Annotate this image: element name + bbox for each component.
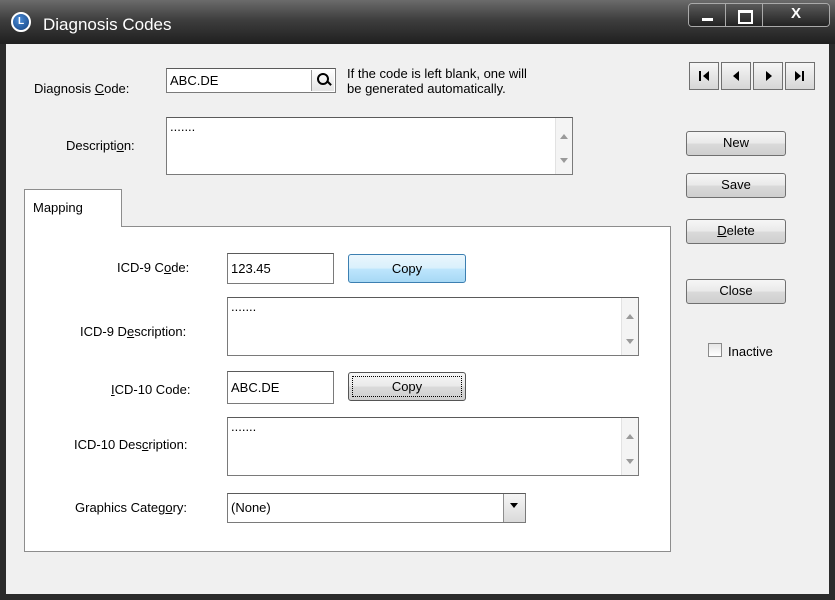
search-icon[interactable] [311,70,334,91]
record-navigation [689,62,815,90]
window-title: Diagnosis Codes [43,15,172,34]
diagnosis-codes-window: L Diagnosis Codes X Diagnosis Code: ABC.… [0,0,835,600]
inactive-label: Inactive [728,344,773,359]
scroll-up-icon[interactable] [626,314,634,319]
icd10-code-input[interactable]: ABC.DE [227,371,334,404]
maximize-icon[interactable] [726,4,763,26]
first-record-icon[interactable] [689,62,719,90]
graphics-category-label: Graphics Category: [75,500,188,515]
icd9-copy-button[interactable]: Copy [348,254,466,283]
inactive-checkbox[interactable] [708,343,722,357]
close-glyph: X [790,5,801,22]
scroll-up-icon[interactable] [626,434,634,439]
icd9-description-value: ....... [231,299,257,314]
last-record-icon[interactable] [785,62,815,90]
description-scrollbar[interactable] [555,118,572,174]
auto-generate-hint: If the code is left blank, one will be g… [347,66,527,96]
title-bar[interactable]: L Diagnosis Codes X [0,0,835,44]
icd10-description-scrollbar[interactable] [621,418,638,475]
minimize-icon[interactable] [689,4,727,26]
icd10-code-value: ABC.DE [231,380,280,395]
icd9-code-label: ICD-9 Code: [117,260,190,275]
delete-button[interactable]: Delete [686,219,786,244]
graphics-category-select[interactable]: (None) [227,493,526,523]
icd9-description-label: ICD-9 Description: [80,324,187,339]
scroll-down-icon[interactable] [560,158,568,163]
close-button[interactable]: Close [686,279,786,304]
previous-record-icon[interactable] [721,62,751,90]
icd9-description-textarea[interactable]: ....... [227,297,639,356]
close-window-icon[interactable]: X [762,4,829,26]
diagnosis-code-input[interactable]: ABC.DE [166,68,336,93]
description-label: Description: [66,138,135,153]
diagnosis-code-label: Diagnosis Code: [34,81,130,96]
icd10-description-textarea[interactable]: ....... [227,417,639,476]
icd9-code-input[interactable]: 123.45 [227,253,334,284]
icd9-description-scrollbar[interactable] [621,298,638,355]
icd9-code-value: 123.45 [231,261,271,276]
save-button[interactable]: Save [686,173,786,198]
description-value: ....... [170,119,196,134]
description-textarea[interactable]: ....... [166,117,573,175]
icd10-code-label: ICD-10 Code: [111,382,191,397]
new-button[interactable]: New [686,131,786,156]
scroll-down-icon[interactable] [626,339,634,344]
tab-mapping[interactable]: Mapping [24,189,122,227]
diagnosis-code-value: ABC.DE [170,73,219,88]
icd10-description-label: ICD-10 Description: [74,437,188,452]
chevron-down-icon[interactable] [503,494,525,522]
scroll-up-icon[interactable] [560,134,568,139]
icd10-copy-button[interactable]: Copy [348,372,466,401]
graphics-category-value: (None) [231,500,271,515]
next-record-icon[interactable] [753,62,783,90]
icd10-description-value: ....... [231,419,257,434]
scroll-down-icon[interactable] [626,459,634,464]
window-controls: X [688,3,830,27]
tab-mapping-label: Mapping [33,200,83,215]
app-icon: L [11,12,31,32]
